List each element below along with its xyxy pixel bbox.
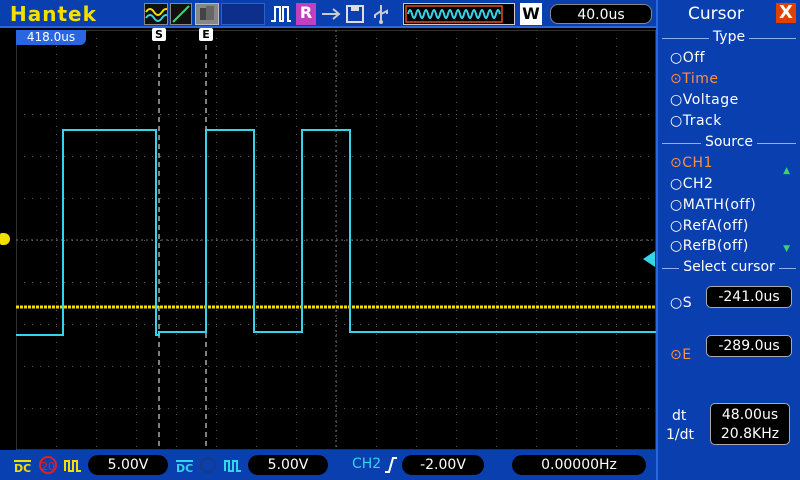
memory-position-strip[interactable] xyxy=(403,3,515,25)
brand-logo: Hantek xyxy=(10,2,97,26)
source-option-math[interactable]: ○MATH(off) xyxy=(670,197,756,213)
close-icon[interactable]: X xyxy=(776,3,796,23)
type-group: Type ○Off ⊙Time ○Voltage ○Track xyxy=(662,29,796,135)
cursor-s-value[interactable]: -241.0us xyxy=(706,286,792,308)
record-button[interactable]: R xyxy=(296,3,316,25)
bottom-status-bar: DC 20 5.00V DC 5.00V CH2 -2.00V 0.00000H… xyxy=(0,450,656,480)
ch2-probe-icon xyxy=(224,458,244,477)
type-option-voltage[interactable]: ○Voltage xyxy=(670,92,739,108)
type-group-title: Type xyxy=(708,29,750,45)
persistence-icon[interactable] xyxy=(195,3,219,25)
cursor-e-value[interactable]: -289.0us xyxy=(706,335,792,357)
ch2-dc-coupling-badge[interactable]: DC xyxy=(176,460,194,476)
select-cursor-s-option[interactable]: ○S xyxy=(670,295,692,311)
ch2-bandwidth-icon xyxy=(200,457,216,473)
run-pulse-icon[interactable] xyxy=(270,3,292,25)
source-group-title: Source xyxy=(700,134,758,150)
ch1-volts-div[interactable]: 5.00V xyxy=(88,455,168,475)
save-disk-icon[interactable] xyxy=(345,3,365,25)
swap-arrow-icon[interactable] xyxy=(320,3,342,25)
source-option-ch2[interactable]: ○CH2 xyxy=(670,176,713,192)
cursor-s-marker[interactable]: S xyxy=(152,28,166,41)
ch2-volts-div[interactable]: 5.00V xyxy=(248,455,328,475)
select-cursor-title: Select cursor xyxy=(679,259,779,275)
source-option-refb[interactable]: ○RefB(off) xyxy=(670,238,749,254)
trigger-level-value[interactable]: -2.00V xyxy=(402,455,484,475)
window-mode-button[interactable]: W xyxy=(520,3,542,25)
timebase-value[interactable]: 40.0us xyxy=(550,4,652,24)
waveform-display-icon[interactable] xyxy=(144,3,171,25)
inv-dt-value: 20.8KHz xyxy=(720,426,780,442)
type-option-off[interactable]: ○Off xyxy=(670,50,705,66)
dt-readout: 48.00us 20.8KHz xyxy=(710,403,790,445)
cursor-e-marker[interactable]: E xyxy=(199,28,213,41)
frequency-counter: 0.00000Hz xyxy=(512,455,646,475)
trigger-edge-icon xyxy=(384,456,398,478)
cursor-menu-panel: Cursor X Type ○Off ⊙Time ○Voltage ○Track… xyxy=(656,0,800,480)
ch1-level-marker-icon[interactable] xyxy=(0,233,10,245)
trigger-source-label[interactable]: CH2 xyxy=(352,456,381,472)
trigger-slope-icon[interactable] xyxy=(170,3,192,25)
usb-icon xyxy=(370,3,392,25)
trigger-level-marker-icon[interactable] xyxy=(643,251,655,267)
type-option-track[interactable]: ○Track xyxy=(670,113,722,129)
dt-value: 48.00us xyxy=(721,407,779,423)
type-option-time[interactable]: ⊙Time xyxy=(670,71,719,87)
empty-status-slot xyxy=(221,3,265,25)
ch1-bandwidth-limit-badge[interactable]: 20 xyxy=(39,456,57,474)
source-option-ch1[interactable]: ⊙CH1 xyxy=(670,155,713,171)
graticule xyxy=(15,29,657,451)
ch1-dc-coupling-badge[interactable]: DC xyxy=(14,460,32,476)
trigger-position-badge[interactable]: 418.0us xyxy=(16,30,86,45)
dt-label: dt xyxy=(672,408,687,424)
source-group: Source ⊙CH1 ○CH2 ○MATH(off) ○RefA(off) ○… xyxy=(662,134,796,256)
ch1-probe-icon xyxy=(64,458,84,477)
waveform-screen[interactable]: 418.0us S E xyxy=(15,28,657,451)
scroll-up-icon[interactable]: ▲ xyxy=(783,166,790,176)
scroll-down-icon[interactable]: ▼ xyxy=(783,244,790,254)
source-option-refa[interactable]: ○RefA(off) xyxy=(670,218,749,234)
select-cursor-e-option[interactable]: ⊙E xyxy=(670,347,692,363)
select-cursor-group: Select cursor ○S -241.0us ⊙E -289.0us xyxy=(662,259,796,389)
top-toolbar: Hantek R W 40.0us xyxy=(0,0,656,28)
inv-dt-label: 1/dt xyxy=(666,427,694,443)
